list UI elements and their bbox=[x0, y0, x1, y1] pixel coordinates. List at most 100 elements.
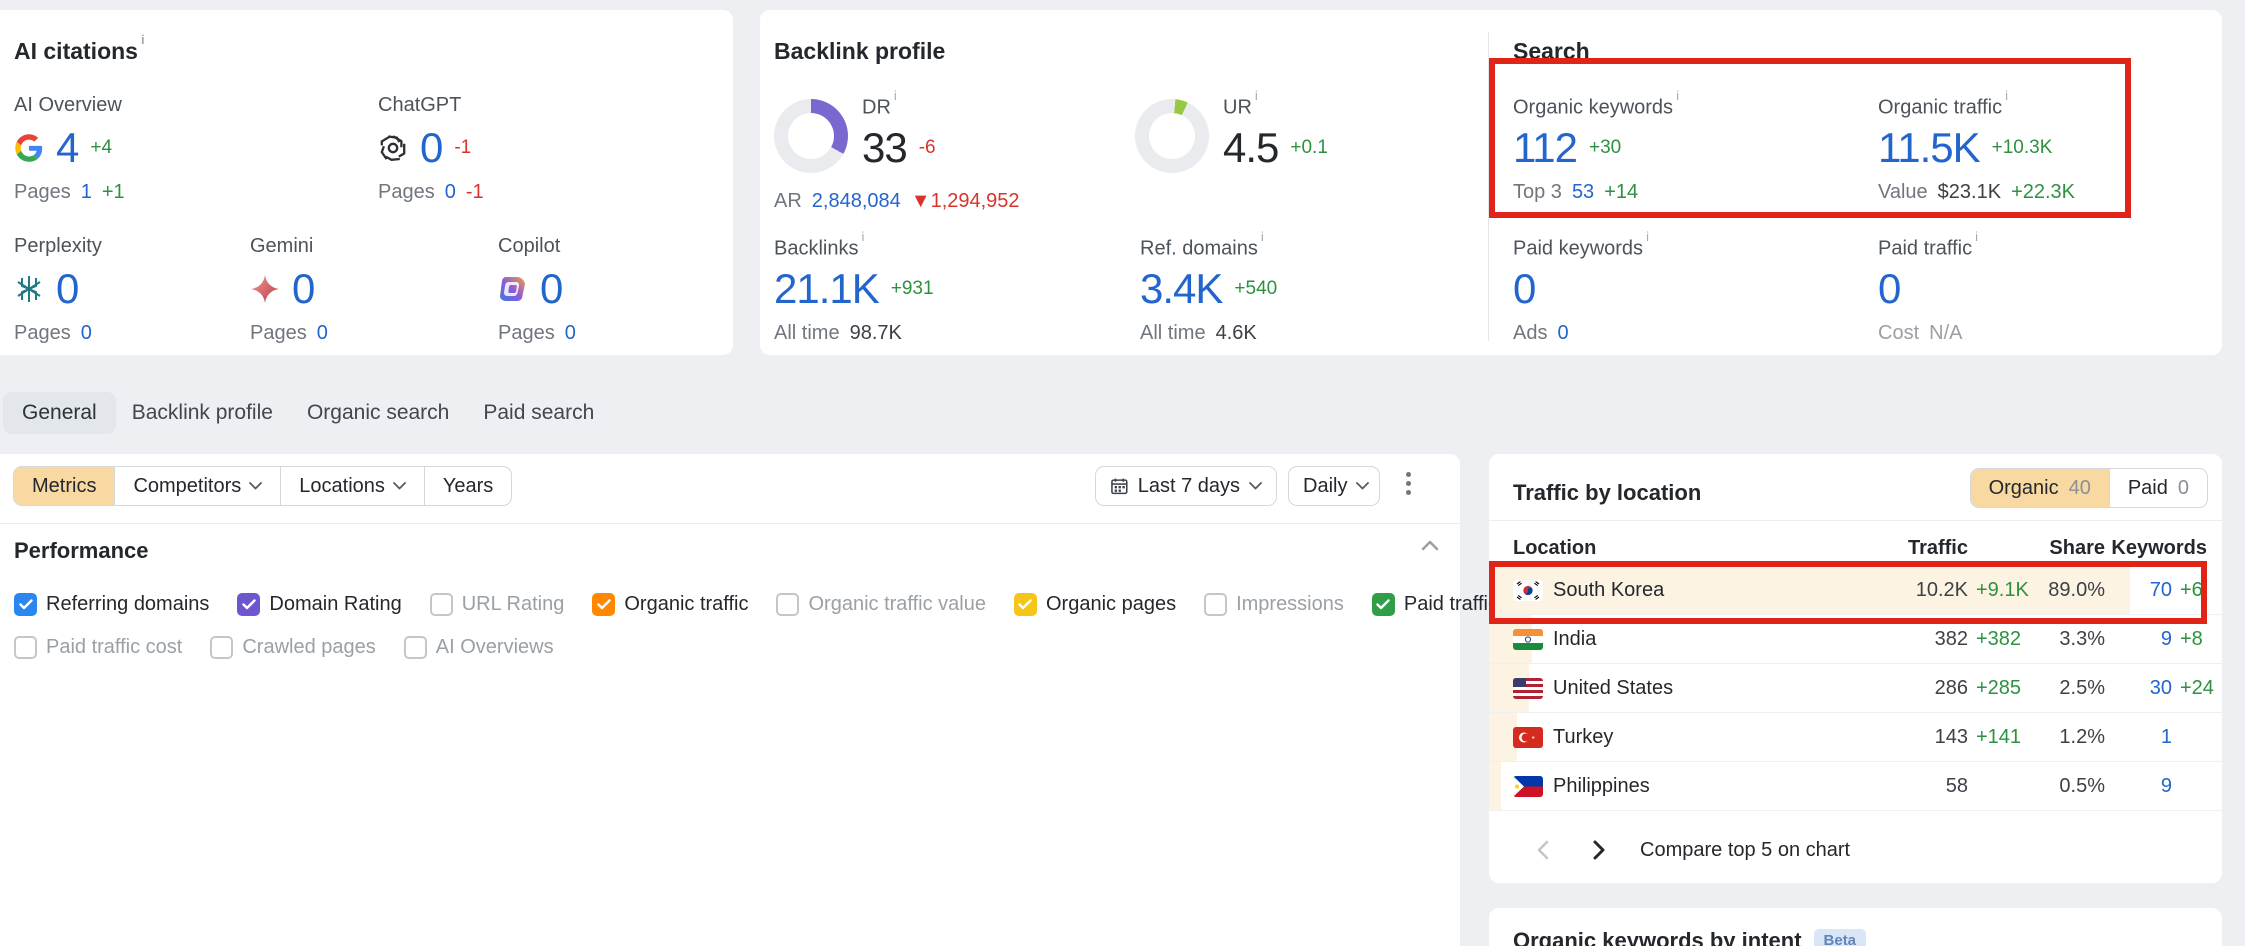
gemini-label: Gemini bbox=[250, 235, 328, 259]
organic-keywords-value[interactable]: 112 bbox=[1513, 124, 1577, 172]
pages-delta: -1 bbox=[466, 181, 484, 204]
table-row-philippines[interactable]: Philippines 58 0.5% 9 bbox=[1489, 762, 2222, 811]
copilot-label: Copilot bbox=[498, 235, 576, 259]
ar-delta: ▼1,294,952 bbox=[911, 190, 1020, 213]
info-icon[interactable]: i bbox=[894, 88, 897, 103]
overview-tabbar: General Backlink profile Organic search … bbox=[3, 392, 628, 434]
share-value: 0.5% bbox=[2034, 775, 2105, 798]
backlinks-value[interactable]: 21.1K bbox=[774, 265, 879, 313]
tab-organic-search[interactable]: Organic search bbox=[307, 401, 449, 425]
col-location[interactable]: Location bbox=[1513, 537, 1794, 560]
prev-page-chevron-icon[interactable] bbox=[1532, 838, 1556, 862]
col-share[interactable]: Share bbox=[2034, 537, 2105, 560]
years-button[interactable]: Years bbox=[425, 467, 511, 505]
metric-checkbox-domain-rating[interactable]: Domain Rating bbox=[237, 593, 401, 616]
keywords-by-intent-card: Organic keywords by intentBeta bbox=[1489, 908, 2222, 946]
ahrefs-overview-dashboard: AI citationsi AI Overview 4 +4 Pages1+1 … bbox=[0, 0, 2245, 946]
table-row-united-states[interactable]: United States 286 +285 2.5% 30 +24 bbox=[1489, 664, 2222, 713]
date-range-dropdown[interactable]: Last 7 days bbox=[1095, 466, 1277, 506]
metric-checkbox-crawled-pages[interactable]: Crawled pages bbox=[210, 636, 375, 659]
toggle-organic[interactable]: Organic40 bbox=[1971, 469, 2109, 507]
pages-value[interactable]: 1 bbox=[81, 181, 92, 204]
collapse-chevron-up-icon[interactable] bbox=[1418, 534, 1442, 558]
ai-overview-value[interactable]: 4 bbox=[56, 124, 78, 172]
ref-domains-label: Ref. domainsi bbox=[1140, 235, 1277, 259]
cost-label: Cost bbox=[1878, 322, 1919, 345]
backlink-search-card: Backlink profile DRi 33-6 AR 2,848,084 ▼… bbox=[760, 10, 2222, 355]
share-value: 2.5% bbox=[2034, 677, 2105, 700]
col-keywords[interactable]: Keywords bbox=[2105, 537, 2207, 560]
keywords-value[interactable]: 1 bbox=[2105, 726, 2172, 749]
info-icon[interactable]: i bbox=[861, 229, 864, 244]
metrics-button[interactable]: Metrics bbox=[14, 467, 115, 505]
location-table-header: Location Traffic Share Keywords bbox=[1489, 535, 2222, 561]
more-options-kebab-icon[interactable] bbox=[1406, 472, 1411, 495]
info-icon[interactable]: i bbox=[2005, 88, 2008, 103]
top3-value[interactable]: 53 bbox=[1572, 181, 1594, 204]
traffic-delta: +285 bbox=[1968, 677, 2034, 700]
ref-domains-value[interactable]: 3.4K bbox=[1140, 265, 1222, 313]
locations-dropdown[interactable]: Locations bbox=[281, 467, 425, 505]
header-divider bbox=[1489, 520, 2222, 521]
table-row-india[interactable]: India 382 +382 3.3% 9 +8 bbox=[1489, 615, 2222, 664]
keywords-value[interactable]: 30 bbox=[2105, 677, 2172, 700]
info-icon[interactable]: i bbox=[1975, 229, 1978, 244]
gemini-value[interactable]: 0 bbox=[292, 265, 314, 313]
chevron-down-icon bbox=[393, 482, 406, 490]
organic-keywords-delta: +30 bbox=[1589, 137, 1621, 159]
backlinks-label: Backlinksi bbox=[774, 235, 934, 259]
metric-checkbox-paid-traffic-cost[interactable]: Paid traffic cost bbox=[14, 636, 182, 659]
metric-checkbox-paid-traffic[interactable]: Paid traffic bbox=[1372, 593, 1498, 616]
flag-philippines-icon bbox=[1513, 776, 1543, 797]
toggle-paid[interactable]: Paid0 bbox=[2109, 469, 2207, 507]
ads-value[interactable]: 0 bbox=[1557, 322, 1568, 345]
organic-traffic-value[interactable]: 11.5K bbox=[1878, 124, 1980, 172]
table-row-south-korea[interactable]: South Korea 10.2K +9.1K 89.0% 70 +6 bbox=[1489, 566, 2222, 615]
pages-value[interactable]: 0 bbox=[445, 181, 456, 204]
info-icon[interactable]: i bbox=[1676, 88, 1679, 103]
share-value: 1.2% bbox=[2034, 726, 2105, 749]
location-table-footer: Compare top 5 on chart bbox=[1489, 822, 2222, 878]
perplexity-value[interactable]: 0 bbox=[56, 265, 78, 313]
paid-keywords-value[interactable]: 0 bbox=[1513, 265, 1535, 313]
chatgpt-value[interactable]: 0 bbox=[420, 124, 442, 172]
pages-value[interactable]: 0 bbox=[81, 322, 92, 345]
granularity-dropdown[interactable]: Daily bbox=[1288, 466, 1380, 506]
keywords-value[interactable]: 9 bbox=[2105, 628, 2172, 651]
info-icon[interactable]: i bbox=[1261, 229, 1264, 244]
keywords-value[interactable]: 9 bbox=[2105, 775, 2172, 798]
info-icon[interactable]: i bbox=[141, 32, 145, 47]
search-title: Search bbox=[1513, 38, 1590, 65]
metric-checkbox-ai-overviews[interactable]: AI Overviews bbox=[404, 636, 554, 659]
col-traffic[interactable]: Traffic bbox=[1794, 537, 1968, 560]
copilot-value[interactable]: 0 bbox=[540, 265, 562, 313]
info-icon[interactable]: i bbox=[1646, 229, 1649, 244]
table-row-turkey[interactable]: Turkey 143 +141 1.2% 1 bbox=[1489, 713, 2222, 762]
tab-general[interactable]: General bbox=[3, 392, 116, 434]
next-page-chevron-icon[interactable] bbox=[1586, 838, 1610, 862]
flag-united-states-icon bbox=[1513, 678, 1543, 699]
tab-paid-search[interactable]: Paid search bbox=[483, 401, 594, 425]
paid-traffic-value[interactable]: 0 bbox=[1878, 265, 1900, 313]
top3-delta: +14 bbox=[1604, 181, 1638, 204]
paid-keywords-stat: Paid keywordsi 0 Ads0 bbox=[1513, 235, 1649, 345]
metric-checkbox-organic-traffic[interactable]: Organic traffic bbox=[592, 593, 748, 616]
keywords-value[interactable]: 70 bbox=[2105, 579, 2172, 602]
pages-value[interactable]: 0 bbox=[317, 322, 328, 345]
metric-label: Crawled pages bbox=[242, 636, 375, 659]
organic-count: 40 bbox=[2069, 477, 2091, 500]
pages-value[interactable]: 0 bbox=[565, 322, 576, 345]
competitors-dropdown[interactable]: Competitors bbox=[115, 467, 281, 505]
ai-citations-title: AI citationsi bbox=[14, 38, 145, 65]
metric-checkbox-organic-pages[interactable]: Organic pages bbox=[1014, 593, 1176, 616]
metric-checkbox-referring-domains[interactable]: Referring domains bbox=[14, 593, 209, 616]
paid-traffic-stat: Paid traffici 0 CostN/A bbox=[1878, 235, 1978, 345]
metric-checkbox-url-rating[interactable]: URL Rating bbox=[430, 593, 565, 616]
compare-top5-button[interactable]: Compare top 5 on chart bbox=[1640, 839, 1850, 862]
metric-checkbox-impressions[interactable]: Impressions bbox=[1204, 593, 1344, 616]
traffic-value: 143 bbox=[1794, 726, 1968, 749]
metric-checkbox-organic-traffic-value[interactable]: Organic traffic value bbox=[776, 593, 986, 616]
info-icon[interactable]: i bbox=[1255, 88, 1258, 103]
ar-value[interactable]: 2,848,084 bbox=[812, 190, 901, 213]
tab-backlink-profile[interactable]: Backlink profile bbox=[132, 401, 273, 425]
